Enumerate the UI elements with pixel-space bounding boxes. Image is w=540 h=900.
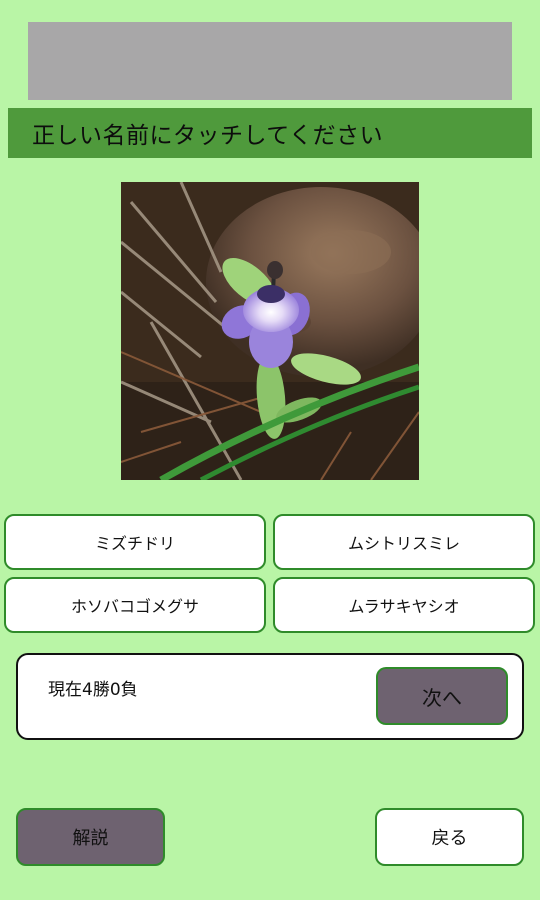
answer-choice-3[interactable]: ホソバコゴメグサ xyxy=(4,577,266,633)
plant-photo-image xyxy=(121,182,419,480)
explanation-button[interactable]: 解説 xyxy=(16,808,165,866)
back-button-label: 戻る xyxy=(431,828,468,849)
answer-choice-3-label: ホソバコゴメグサ xyxy=(70,597,199,616)
plant-photo xyxy=(121,182,419,480)
answer-choice-1-label: ミズチドリ xyxy=(94,534,175,553)
explanation-button-label: 解説 xyxy=(72,828,109,849)
answer-choice-4[interactable]: ムラサキヤシオ xyxy=(273,577,535,633)
score-panel: 現在4勝0負 次へ xyxy=(16,653,524,740)
answer-choice-1[interactable]: ミズチドリ xyxy=(4,514,266,570)
score-text: 現在4勝0負 xyxy=(48,680,138,700)
question-prompt-text: 正しい名前にタッチしてください xyxy=(32,123,384,149)
answer-choice-2-label: ムシトリスミレ xyxy=(347,534,460,553)
question-prompt: 正しい名前にタッチしてください xyxy=(8,108,532,158)
answer-choice-4-label: ムラサキヤシオ xyxy=(348,597,460,616)
next-button-label: 次へ xyxy=(422,685,462,710)
back-button[interactable]: 戻る xyxy=(375,808,524,866)
next-button[interactable]: 次へ xyxy=(376,667,508,725)
answer-choice-2[interactable]: ムシトリスミレ xyxy=(273,514,535,570)
ad-banner[interactable] xyxy=(28,22,512,100)
